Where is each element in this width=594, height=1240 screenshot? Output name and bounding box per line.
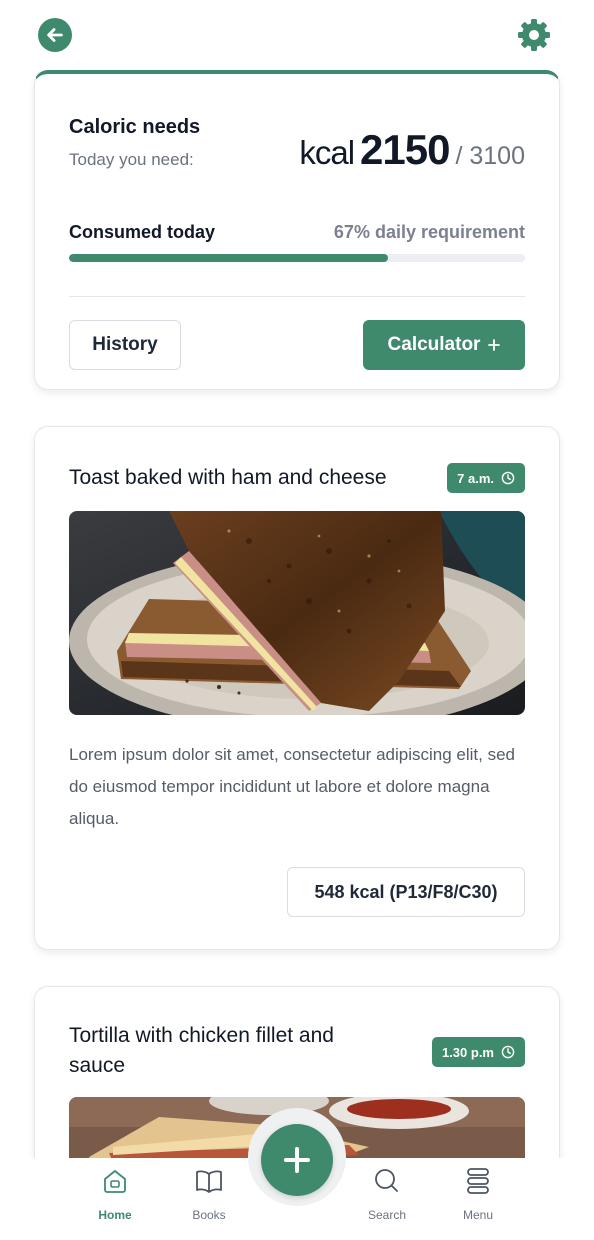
divider xyxy=(69,296,525,297)
home-icon xyxy=(104,1170,126,1193)
plus-icon xyxy=(488,339,501,351)
meal-photo xyxy=(69,511,525,715)
meal-time: 7 a.m. xyxy=(457,470,494,486)
nav-label-books: Books xyxy=(192,1208,226,1222)
consumed-percent-label: 67% daily requirement xyxy=(333,222,525,242)
menu-icon xyxy=(467,1168,489,1194)
plus-icon xyxy=(284,1147,310,1173)
top-bar xyxy=(0,0,594,70)
kcal-total-value: / 3100 xyxy=(455,142,525,170)
kcal-needed-value: 2150 xyxy=(360,126,450,173)
nav-label-home: Home xyxy=(98,1208,132,1222)
meal-time-badge: 7 a.m. xyxy=(447,463,525,493)
nav-item-menu[interactable]: Menu xyxy=(438,1164,518,1222)
nav-item-search[interactable]: Search xyxy=(347,1164,427,1222)
meal-card[interactable]: Toast baked with ham and cheese 7 a.m. L… xyxy=(34,426,560,950)
calculator-button[interactable]: Calculator xyxy=(363,320,525,370)
clock-icon xyxy=(501,471,515,485)
gear-icon xyxy=(518,19,550,51)
caloric-needs-subtitle: Today you need: xyxy=(69,150,194,169)
calculator-button-label: Calculator xyxy=(387,334,481,355)
history-button[interactable]: History xyxy=(69,320,181,370)
back-button[interactable] xyxy=(38,18,72,52)
meal-description: Lorem ipsum dolor sit amet, consectetur … xyxy=(69,745,515,828)
meal-time: 1.30 p.m xyxy=(441,1044,494,1060)
clock-icon xyxy=(501,1045,515,1059)
consumed-today-label: Consumed today xyxy=(69,222,216,242)
caloric-needs-card: Caloric needs Today you need: kcal 2150 … xyxy=(34,70,560,390)
consumed-progress-fill xyxy=(69,254,389,262)
meal-nutrition-chip: 548 kcal (P13/F8/C30) xyxy=(287,867,525,917)
meal-title: Toast baked with ham and cheese xyxy=(69,466,387,489)
nav-item-books[interactable]: Books xyxy=(169,1164,249,1222)
caloric-needs-title: Caloric needs xyxy=(69,116,201,138)
kcal-readout: kcal 2150 / 3100 xyxy=(299,126,525,174)
meal-time-badge: 1.30 p.m xyxy=(431,1037,525,1067)
consumed-progress-bar xyxy=(69,254,525,262)
meal-title: Tortilla with chicken fillet and sauce xyxy=(69,1024,334,1077)
nav-label-menu: Menu xyxy=(462,1208,494,1222)
arrow-left-icon xyxy=(47,28,63,42)
nav-label-search: Search xyxy=(367,1208,407,1222)
nav-item-home[interactable]: Home xyxy=(75,1164,155,1222)
search-icon xyxy=(375,1169,398,1192)
settings-button[interactable] xyxy=(516,17,552,53)
kcal-unit: kcal xyxy=(299,134,355,171)
add-button[interactable] xyxy=(261,1124,333,1196)
book-icon xyxy=(196,1170,222,1193)
